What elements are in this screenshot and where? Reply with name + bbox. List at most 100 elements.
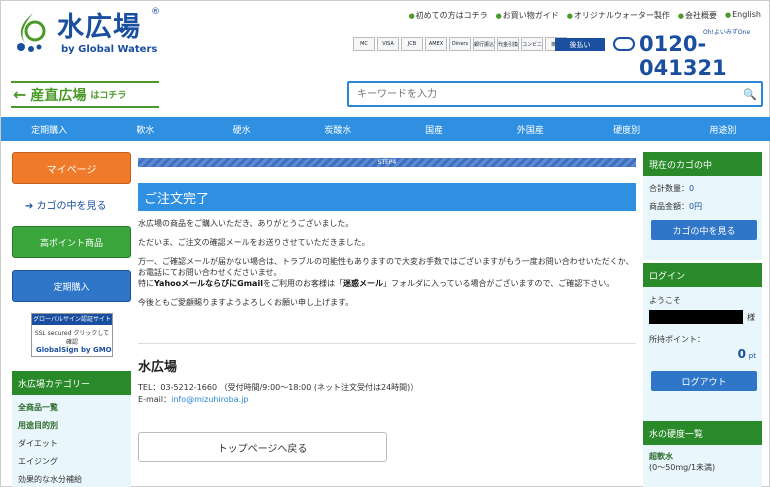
p3b-prefix: 特に <box>138 279 154 288</box>
points-label: 所持ポイント： <box>649 335 705 344</box>
back-to-top-button[interactable]: トップページへ戻る <box>138 432 387 462</box>
nav-by-hardness[interactable]: 硬度別 <box>579 117 675 141</box>
card-diners-icon: Diners <box>449 37 471 51</box>
soft-water-label[interactable]: 超軟水 <box>649 451 756 462</box>
card-amex-icon: AMEX <box>425 37 447 51</box>
contact-tel: TEL：03-5212-1660 （受付時間/9:00～18:00 (ネット注文… <box>138 383 419 392</box>
contact-email-row: E-mail：info@mizuhiroba.jp <box>138 394 418 406</box>
mypage-button[interactable]: マイページ <box>12 152 131 184</box>
email-link[interactable]: info@mizuhiroba.jp <box>171 395 248 404</box>
p3b-yahoo: Yahooメールならびに <box>154 279 238 288</box>
convenience-store-icon: コンビニ <box>521 37 543 51</box>
nav-hard-water[interactable]: 硬水 <box>194 117 290 141</box>
company-name: 水広場 <box>138 360 178 375</box>
bank-transfer-icon: 銀行振込 <box>473 37 495 51</box>
cart-box-body: 合計数量：0 商品金額：0円 カゴの中を見る <box>643 176 762 260</box>
cart-amount-row: 商品金額：0円 <box>649 201 756 212</box>
message-p1: 水広場の商品をご購入いただき、ありがとうございました。 <box>138 219 354 228</box>
welcome-text: ようこそ <box>649 296 681 305</box>
nav-sparkling[interactable]: 炭酸水 <box>290 117 386 141</box>
message-p3a: 万一、ご確認メールが届かない場合は、トラブルの可能性もありますので大変お手数では… <box>138 257 634 277</box>
logout-button[interactable]: ログアウト <box>651 371 757 391</box>
hardness-box: 水の硬度一覧 超軟水 (0〜50mg/1未満) <box>643 421 762 487</box>
search-icon[interactable]: 🔍 <box>739 88 761 101</box>
subscription-button[interactable]: 定期購入 <box>12 270 131 302</box>
email-label: E-mail： <box>138 395 172 404</box>
amount-label: 商品金額： <box>649 202 689 211</box>
login-box-body: ようこそ 様 所持ポイント： 0 pt ログアウト <box>643 287 762 430</box>
globalsign-mid: SSL secured クリックして確認 <box>34 330 110 346</box>
redacted-user-name <box>649 310 743 324</box>
top-link-guide[interactable]: お買い物ガイド <box>496 10 559 21</box>
nav-subscription[interactable]: 定期購入 <box>1 117 97 141</box>
search-input[interactable] <box>349 84 739 104</box>
points-unit: pt <box>748 352 756 360</box>
nav-soft-water[interactable]: 軟水 <box>97 117 193 141</box>
card-mastercard-icon: MC <box>353 37 375 51</box>
p3b-spam: 迷惑メール <box>342 279 383 288</box>
p3b-mid: をご利用のお客様は「 <box>262 279 343 288</box>
category-item[interactable]: 全商品一覧 <box>18 402 125 413</box>
login-box: ログイン ようこそ 様 所持ポイント： 0 pt ログアウト <box>643 263 762 430</box>
high-points-button[interactable]: 高ポイント商品 <box>12 226 131 258</box>
nav-imported[interactable]: 外国産 <box>482 117 578 141</box>
site-logo-subtitle: by Global Waters <box>61 44 158 55</box>
p3b-gmail: Gmail <box>237 279 263 288</box>
globalsign-bot: GlobalSign by GMO <box>36 346 112 354</box>
message-p4: 今後ともご愛顧賜りますようよろしくお願い申し上げます。 <box>138 298 354 307</box>
view-cart-button[interactable]: カゴの中を見る <box>651 220 757 240</box>
honorific: 様 <box>747 312 755 322</box>
divider <box>138 343 636 344</box>
category-item[interactable]: 効果的な水分補給 <box>18 474 125 485</box>
soft-water-range: (0〜50mg/1未満) <box>649 463 716 472</box>
p3b-suffix: 」フォルダに入っている場合がございますので、ご確認下さい。 <box>382 279 615 288</box>
top-link-beginner[interactable]: 初めての方はコチラ <box>409 10 488 21</box>
points-row: 0 pt <box>649 347 756 361</box>
order-complete-heading: ご注文完了 <box>138 183 636 211</box>
top-link-original-water[interactable]: オリジナルウォーター製作 <box>567 10 670 21</box>
nav-by-purpose[interactable]: 用途別 <box>675 117 770 141</box>
arrow-left-icon: ← <box>13 85 27 104</box>
card-visa-icon: VISA <box>377 37 399 51</box>
category-heading: 水広場カテゴリー <box>12 371 131 395</box>
hardness-box-heading: 水の硬度一覧 <box>643 421 762 445</box>
category-item[interactable]: エイジング <box>18 456 125 467</box>
message-p3b: 特にYahooメールならびにGmailをご利用のお客様は「迷惑メール」フォルダに… <box>138 278 636 289</box>
cart-qty-row: 合計数量：0 <box>649 183 756 194</box>
nav-domestic[interactable]: 国産 <box>386 117 482 141</box>
payment-cards: MC VISA JCB AMEX Diners 銀行振込 代金引換 コンビニ 楽… <box>353 37 567 51</box>
view-cart-link[interactable]: ➔ カゴの中を見る <box>25 197 107 212</box>
category-item[interactable]: ダイエット <box>18 438 125 449</box>
message-p3: 万一、ご確認メールが届かない場合は、トラブルの可能性もありますので大変お手数では… <box>138 256 636 278</box>
phone-number[interactable]: 0120-041321 <box>639 32 769 80</box>
card-jcb-icon: JCB <box>401 37 423 51</box>
cod-icon: 代金引換 <box>497 37 519 51</box>
water-drop-logo-icon[interactable] <box>11 9 55 53</box>
cart-box-heading: 現在のカゴの中 <box>643 152 762 176</box>
deferred-payment-badge: 後払い <box>555 38 605 51</box>
search-box: 🔍 <box>347 81 763 107</box>
category-list: 全商品一覧 用途目的別 ダイエット エイジング 効果的な水分補給 <box>12 395 131 487</box>
hardness-box-body: 超軟水 (0〜50mg/1未満) <box>643 445 762 487</box>
sanchoku-label: 産直広場 <box>30 87 87 104</box>
qty-value: 0 <box>689 184 695 193</box>
main-nav: 定期購入 軟水 硬水 炭酸水 国産 外国産 硬度別 用途別 <box>1 117 770 141</box>
top-links: 初めての方はコチラ お買い物ガイド オリジナルウォーター製作 会社概要 Engl… <box>409 10 761 21</box>
step-indicator: STEP4 <box>138 158 636 167</box>
globalsign-top: グローバルサイン認証サイト <box>32 314 112 325</box>
globalsign-seal[interactable]: グローバルサイン認証サイト SSL secured クリックして確認 Globa… <box>31 313 113 357</box>
top-link-english[interactable]: English <box>725 10 761 21</box>
sanchoku-link[interactable]: ← 産直広場 はコチラ <box>11 81 159 108</box>
sanchoku-small: はコチラ <box>90 91 127 101</box>
contact-info: TEL：03-5212-1660 （受付時間/9:00～18:00 (ネット注文… <box>138 382 418 406</box>
category-item[interactable]: 用途目的別 <box>18 420 125 431</box>
message-p2: ただいま、ご注文の確認メールをお送りさせていただきました。 <box>138 238 370 247</box>
top-link-company[interactable]: 会社概要 <box>678 10 717 21</box>
registered-mark: ® <box>151 7 160 17</box>
user-name-row: 様 <box>649 310 756 324</box>
free-dial-icon <box>613 37 635 51</box>
site-logo-title[interactable]: 水広場 <box>57 5 141 44</box>
order-complete-message: 水広場の商品をご購入いただき、ありがとうございました。 ただいま、ご注文の確認メ… <box>138 218 636 316</box>
amount-value: 0円 <box>689 202 703 211</box>
login-box-heading: ログイン <box>643 263 762 287</box>
